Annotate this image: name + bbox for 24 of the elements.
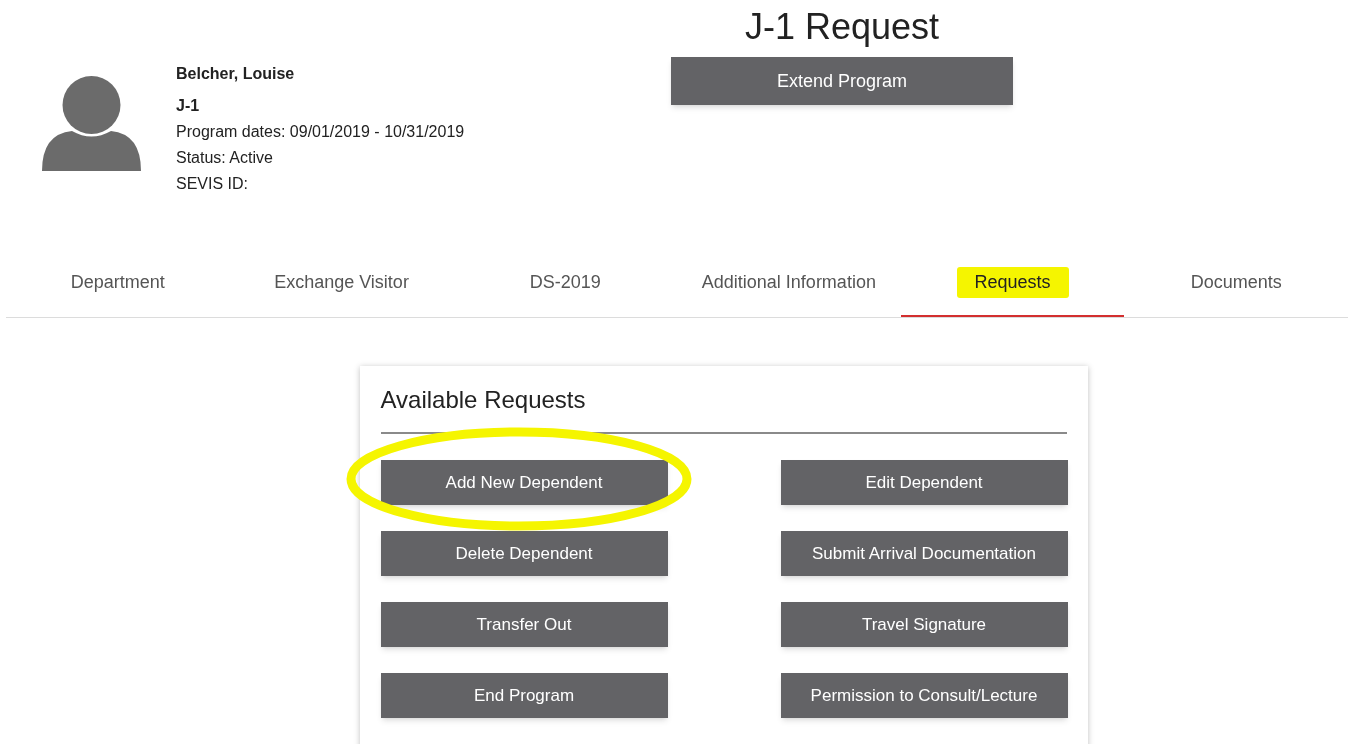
request-button[interactable]: Transfer Out (380, 602, 668, 647)
request-button[interactable]: Permission to Consult/Lecture (780, 673, 1068, 718)
extend-program-button[interactable]: Extend Program (671, 57, 1013, 105)
request-button[interactable]: Submit Arrival Documentation (780, 531, 1068, 576)
tab[interactable]: Department (6, 250, 230, 317)
tab[interactable]: DS-2019 (453, 250, 677, 317)
page-title: J-1 Request (744, 5, 940, 49)
request-button[interactable]: Delete Dependent (380, 531, 668, 576)
tab[interactable]: Additional Information (677, 250, 901, 317)
sevis-id: SEVIS ID: (176, 174, 250, 194)
request-button[interactable]: End Program (380, 673, 668, 718)
request-button[interactable]: Edit Dependent (780, 460, 1068, 505)
visa-type: J-1 (176, 96, 201, 116)
highlight-mark: Requests (956, 267, 1069, 298)
avatar-icon (42, 76, 141, 171)
program-dates: Program dates: 09/01/2019 - 10/31/2019 (176, 122, 465, 142)
status-text: Status: Active (176, 148, 274, 168)
tab[interactable]: Exchange Visitor (229, 250, 454, 317)
tab[interactable]: Requests (900, 250, 1125, 317)
request-button[interactable]: Travel Signature (780, 602, 1068, 647)
tab[interactable]: Documents (1124, 250, 1349, 317)
card-title: Available Requests (380, 382, 1067, 434)
person-name: Belcher, Louise (176, 64, 296, 84)
request-button[interactable]: Add New Dependent (380, 460, 668, 505)
